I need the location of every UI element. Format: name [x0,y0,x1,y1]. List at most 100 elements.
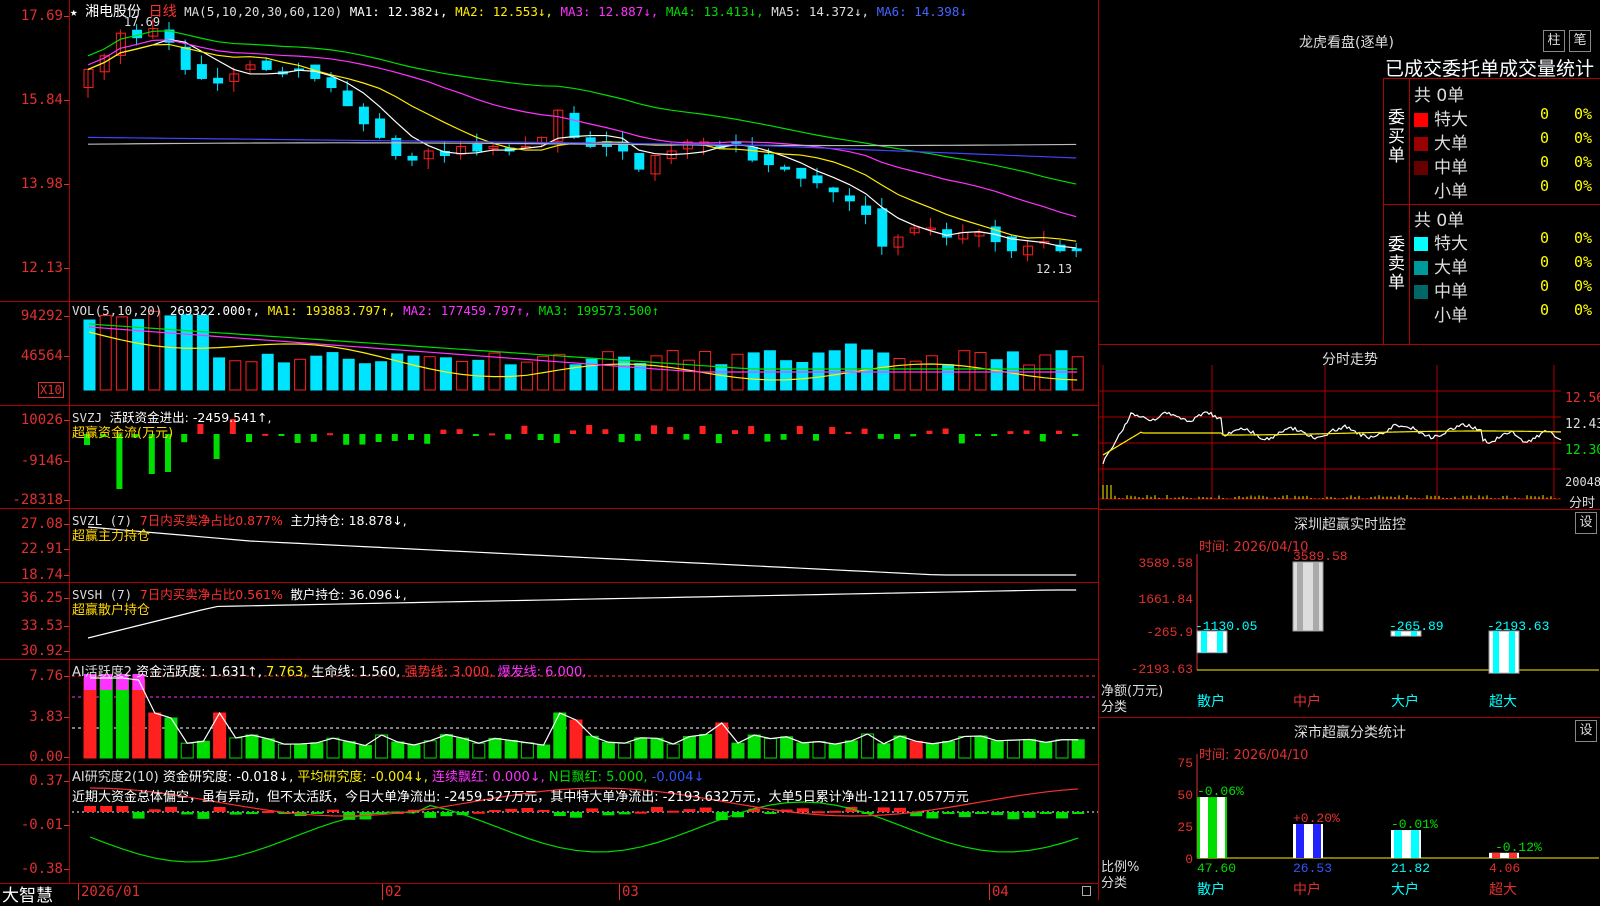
research-bar [1072,812,1085,814]
research-bar [1056,812,1068,819]
ai-burst: 爆发线: 6.000, [497,665,587,680]
research-fund: 资金研究度: -0.018↓, [162,770,294,785]
monitor-chart[interactable]: 3589.58 1661.84 -265.9 -2193.63 -1130.05 散户 35… [1099,510,1600,718]
research-label: AI研究度2(10) [72,770,159,785]
kline-pane[interactable]: 17.69 15.84 13.98 12.13 ★ 湘电股份 日线 MA(5,1… [0,0,1098,302]
tab-bar-view[interactable]: 柱 [1543,30,1565,52]
stats-x-label: 分类 [1101,876,1128,891]
activity-bar [925,743,939,759]
research-bar [1007,812,1020,820]
stats-value-label: 47.60 [1197,861,1236,876]
candle [747,146,758,161]
stats-change-label: +0.20% [1293,811,1340,826]
activity-bar [877,743,891,759]
tab-tick-view[interactable]: 笔 [1569,30,1591,52]
dragon-row-label: 小单 [1434,182,1468,202]
stats-y-tick: 0 [1185,852,1193,867]
volume-pane[interactable]: 94292 46564 X10 VOL(5,10,20) 269322.000↑… [0,302,1098,406]
stats-bar-stripe [1394,830,1402,858]
research-header: AI研究度2(10) 资金研究度: -0.018↓, 平均研究度: -0.004… [72,766,704,785]
dragon-row-pct: 0% [1574,301,1593,319]
activity-bar [196,740,210,759]
flow-bar [570,430,576,434]
stats-bar-stripe [1411,830,1419,858]
sell-total: 共 0单 [1414,211,1465,231]
dragon-row-pct: 0% [1574,129,1593,147]
monitor-category-label: 大户 [1391,693,1419,709]
research-nday: N日飘红: 5.000, [548,770,648,785]
activity-bar [747,734,761,759]
svsh-position: 散户持仓: 36.096↓, [290,587,407,602]
realtime-monitor-panel[interactable]: 深圳超赢实时监控 设 时间: 2026/04/10 3589.58 1661.84… [1099,510,1600,718]
volume-bar [229,360,242,391]
intraday-unit: 分时 [1569,496,1596,511]
dragon-row-label: 大单 [1434,258,1468,278]
candle [796,167,807,179]
flow-bar [829,427,836,434]
intraday-panel[interactable]: 分时走势 12.56 12.43 12.30 20048 分时 [1099,345,1600,511]
volume-bar [715,364,728,391]
flow-bar [910,434,917,437]
dragon-row-pct: 0% [1574,277,1593,295]
dragon-table: 委买单 委卖单 共 0单 特大 0 0% 大单 0 0% 中单 0 0% 小单 0 0% 共 0单 特… [1383,78,1600,344]
vol-ma3: MA3: 199573.500↑ [538,303,660,318]
svzl-subtitle: 超赢主力持仓 [72,529,151,544]
research-pane[interactable]: 0.37 -0.01 -0.38 AI研究度2(10) 资金研究度: -0.01… [0,765,1098,883]
classification-stats-panel[interactable]: 深市超赢分类统计 设 时间: 2026/04/10 75 50 25 0 -0.06% 4… [1099,718,1600,900]
intraday-chart[interactable] [1099,345,1600,510]
candle [326,77,337,89]
dragon-row-value: 0 [1540,277,1550,295]
dragon-row-value: 0 [1540,229,1550,247]
activity-bar [780,736,794,759]
activity-bar [699,734,713,759]
svzj-pane[interactable]: 10026 -9146 -28318 SVZJ 活跃资金进出: -2459.54… [0,406,1098,509]
dragon-row-label: 中单 [1434,282,1468,302]
volume-bar [375,361,388,391]
volume-bar [213,357,226,391]
dragon-row-value: 0 [1540,129,1550,147]
flow-bar [391,434,398,441]
lock-icon[interactable] [1082,886,1091,896]
chart-area[interactable]: 17.69 15.84 13.98 12.13 ★ 湘电股份 日线 MA(5,1… [0,0,1098,906]
activity-bar [358,745,372,759]
svsh-pane[interactable]: 36.25 33.53 30.92 SVSH (7) 7日内买卖净占比0.561… [0,583,1098,660]
flow-bar [602,429,609,434]
volume-bar [391,353,404,391]
favorite-star-icon[interactable]: ★ [70,4,78,19]
activity-bar [391,741,405,759]
monitor-bar-stripe [1201,631,1207,653]
vol-ma2: MA2: 177459.797↑, [403,303,532,318]
activity-bar [1006,739,1020,759]
ai-label: AI活跃度2 [72,665,132,680]
activity-bar [796,742,810,759]
stats-change-label: -0.01% [1391,817,1438,832]
monitor-bar-stripe [1297,562,1303,631]
activity-bar [180,742,194,759]
activity-bar [326,737,340,759]
flow-bar [1007,431,1014,434]
activity-bar [520,742,534,759]
stats-chart[interactable]: 75 50 25 0 -0.06% 47.60 散户 +0.20% 26.53 中户 -0.01% 2… [1099,718,1600,900]
ai-header: AI活跃度2 资金活跃度: 1.631↑, 7.763, 生命线: 1.560,… [72,661,586,680]
activity-bar [763,738,777,759]
flow-bar [310,434,317,442]
research-bar [229,812,242,815]
kline-chart[interactable] [0,0,1098,302]
ai-v2: 7.763, [266,665,308,680]
activity-bar [666,743,680,759]
research-bar [181,812,194,815]
ai-activity-pane[interactable]: 7.76 3.83 0.00 AI活跃度2 资金活跃度: 1.631↑, 7.7… [0,660,1098,765]
low-price-label: 12.13 [1036,262,1073,276]
candle [844,195,855,202]
activity-line [90,677,1079,747]
dragon-row-value: 0 [1540,253,1550,271]
flow-bar [521,425,528,434]
research-bar [683,809,696,812]
dragon-row: 小单 [1414,301,1468,326]
svzl-position: 主力持仓: 18.878↓, [290,513,407,528]
candle [375,118,386,138]
candle [942,229,953,238]
volume-bar [504,364,517,391]
svzl-pane[interactable]: 27.08 22.91 18.74 SVZL (7) 7日内买卖净占比0.877… [0,509,1098,583]
flow-bar [780,434,787,440]
